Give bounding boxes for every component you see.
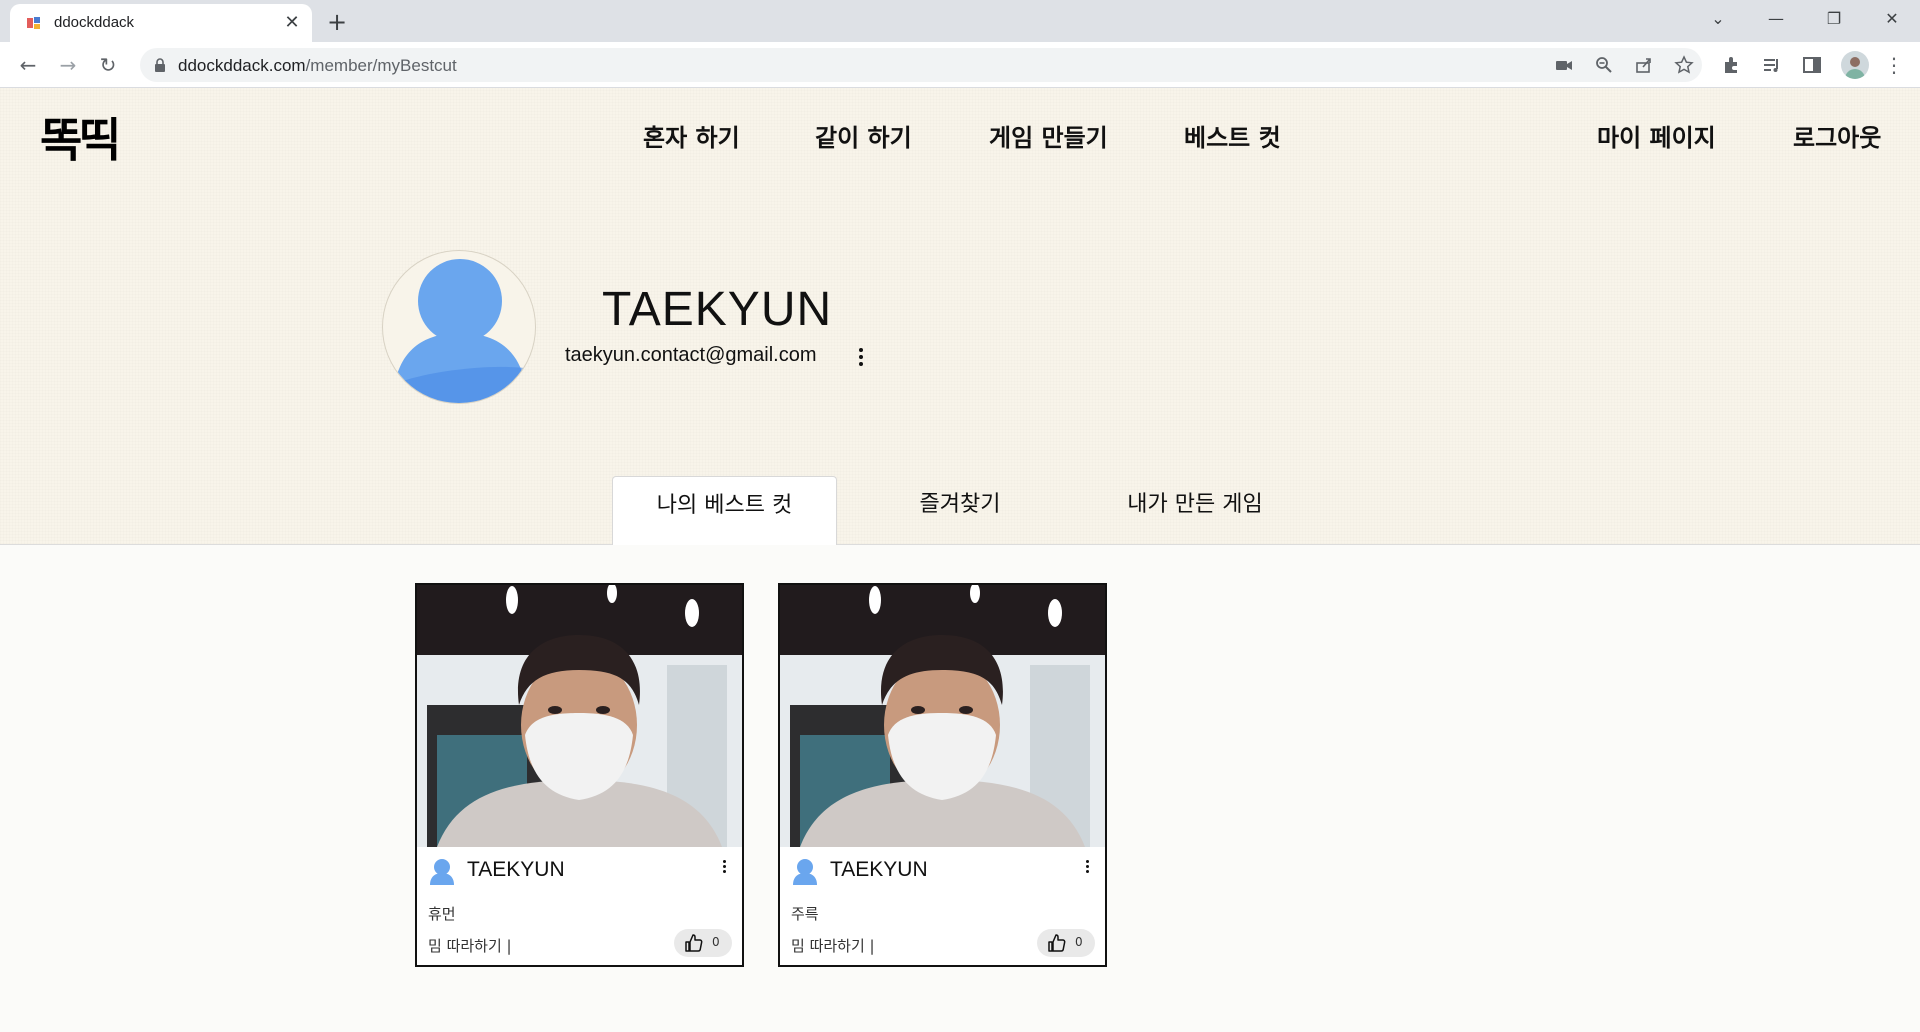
bestcut-card[interactable]: TAEKYUN 휴먼 밈 따라하기 | 0 [415, 583, 744, 967]
user-avatar-icon [793, 859, 817, 885]
profile-avatar-icon[interactable] [1841, 51, 1869, 79]
profile-name: TAEKYUN [602, 283, 833, 336]
like-button[interactable]: 0 [674, 929, 732, 957]
url-text: ddockddack.com/member/myBestcut [178, 56, 457, 75]
card-more-icon[interactable] [718, 858, 730, 882]
tab-title: ddockddack [54, 14, 135, 31]
like-button[interactable]: 0 [1037, 929, 1095, 957]
browser-tabstrip: ddockddack ✕ + ⌄ — ❐ ✕ [0, 0, 1920, 42]
back-icon[interactable]: ← [14, 51, 42, 79]
nav-play-together[interactable]: 같이 하기 [815, 118, 912, 153]
bestcut-photo[interactable] [780, 585, 1105, 847]
bestcut-card[interactable]: TAEKYUN 주륵 밈 따라하기 | 0 [778, 583, 1107, 967]
bestcut-photo[interactable] [417, 585, 742, 847]
thumbs-up-icon [1048, 934, 1066, 952]
nav-my-page[interactable]: 마이 페이지 [1597, 118, 1716, 153]
card-username: TAEKYUN [830, 858, 928, 881]
tab-my-best-cut[interactable]: 나의 베스트 컷 [612, 476, 837, 545]
like-count: 0 [712, 935, 720, 949]
default-user-icon [393, 259, 533, 403]
media-icon[interactable] [1761, 54, 1783, 76]
minimize-button[interactable]: — [1748, 0, 1804, 38]
like-count: 0 [1075, 935, 1083, 949]
card-more-icon[interactable] [1081, 858, 1093, 882]
user-avatar-icon [430, 859, 454, 885]
tab-favorites[interactable]: 즐겨찾기 [870, 476, 1050, 544]
nav-solo-play[interactable]: 혼자 하기 [643, 118, 740, 153]
menu-icon[interactable]: ⋮ [1880, 51, 1908, 79]
card-category: 밈 따라하기 | [791, 937, 875, 955]
lock-icon [155, 58, 165, 72]
tab-search-icon[interactable]: ⌄ [1690, 0, 1746, 38]
close-window-button[interactable]: ✕ [1864, 0, 1920, 38]
card-username: TAEKYUN [467, 858, 565, 881]
site-logo[interactable]: 똑띡 [40, 104, 122, 170]
site-favicon-icon [27, 17, 40, 29]
reload-icon[interactable]: ↻ [94, 51, 122, 79]
nav-best-cut[interactable]: 베스트 컷 [1184, 118, 1281, 153]
nav-logout[interactable]: 로그아웃 [1793, 118, 1881, 153]
profile-email: taekyun.contact@gmail.com [565, 344, 817, 366]
nav-create-game[interactable]: 게임 만들기 [989, 118, 1108, 153]
zoom-icon[interactable] [1594, 55, 1614, 75]
thumbs-up-icon [685, 934, 703, 952]
star-icon[interactable] [1674, 55, 1694, 75]
new-tab-button[interactable]: + [322, 8, 352, 38]
tab-my-games[interactable]: 내가 만든 게임 [1095, 476, 1295, 544]
card-title: 주륵 [791, 905, 819, 923]
camera-icon[interactable] [1554, 55, 1574, 75]
restore-button[interactable]: ❐ [1806, 0, 1862, 38]
profile-avatar [382, 250, 536, 404]
tab-close-icon[interactable]: ✕ [282, 13, 302, 33]
share-icon[interactable] [1634, 55, 1654, 75]
browser-toolbar: ← → ↻ ddockddack.com/member/myBestcut ⋮ [0, 42, 1920, 88]
extensions-icon[interactable] [1721, 54, 1743, 76]
card-title: 휴먼 [428, 905, 456, 923]
browser-tab[interactable]: ddockddack ✕ [10, 4, 312, 42]
address-bar[interactable]: ddockddack.com/member/myBestcut [140, 48, 1702, 82]
forward-icon[interactable]: → [54, 51, 82, 79]
card-category: 밈 따라하기 | [428, 937, 512, 955]
sidepanel-icon[interactable] [1801, 54, 1823, 76]
profile-more-icon[interactable] [855, 346, 867, 370]
